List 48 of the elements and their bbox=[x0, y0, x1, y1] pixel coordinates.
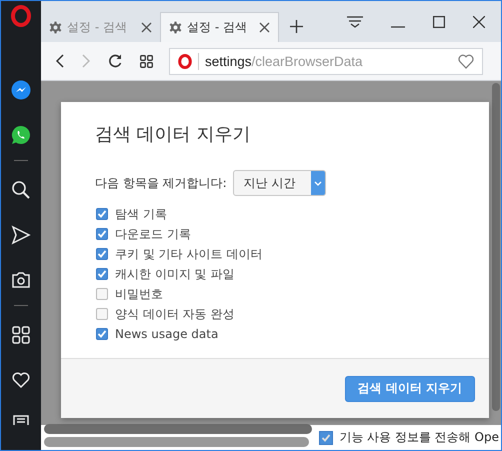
checkbox[interactable] bbox=[96, 308, 108, 320]
option-label: 캐시한 이미지 및 파일 bbox=[115, 266, 234, 282]
option-label: 다운로드 기록 bbox=[115, 226, 191, 242]
option-label: 쿠키 및 기타 사이트 데이터 bbox=[115, 246, 262, 262]
close-icon[interactable] bbox=[259, 22, 270, 33]
heart-icon[interactable] bbox=[11, 370, 31, 390]
scrollbar[interactable] bbox=[44, 424, 312, 434]
checkbox[interactable] bbox=[96, 228, 108, 240]
grid-icon[interactable] bbox=[140, 54, 153, 68]
url-text: settings/clearBrowserData bbox=[205, 54, 363, 68]
range-label: 다음 항목을 제거합니다: bbox=[95, 174, 227, 192]
close-icon[interactable] bbox=[141, 22, 152, 32]
minimize-icon[interactable] bbox=[391, 26, 405, 28]
send-icon[interactable] bbox=[11, 225, 31, 245]
option-label: 양식 데이터 자동 완성 bbox=[115, 306, 234, 322]
option-label: 탐색 기록 bbox=[115, 206, 167, 222]
whatsapp-icon[interactable] bbox=[11, 125, 31, 145]
option-label: 기능 사용 정보를 전송해 Ope bbox=[339, 429, 499, 446]
scrollbar[interactable] bbox=[492, 83, 500, 411]
checkbox[interactable] bbox=[96, 208, 108, 220]
new-tab-icon[interactable] bbox=[290, 20, 303, 33]
messenger-icon[interactable] bbox=[11, 80, 31, 100]
camera-icon[interactable] bbox=[11, 270, 31, 290]
gear-icon bbox=[169, 21, 182, 34]
back-icon[interactable] bbox=[56, 54, 64, 68]
checkbox[interactable] bbox=[96, 248, 108, 260]
grid-icon[interactable] bbox=[11, 325, 31, 345]
checkbox[interactable] bbox=[319, 430, 334, 444]
option-label: 비밀번호 bbox=[115, 286, 163, 302]
browser-tab[interactable]: 설정 - 검색 bbox=[160, 12, 279, 42]
scrollbar[interactable] bbox=[44, 437, 309, 447]
tab-menu-icon[interactable] bbox=[347, 16, 363, 28]
reload-icon[interactable] bbox=[108, 54, 122, 68]
checkbox[interactable] bbox=[96, 268, 108, 280]
close-icon[interactable] bbox=[473, 16, 485, 28]
maximize-icon[interactable] bbox=[433, 16, 445, 28]
option-label: News usage data bbox=[115, 327, 218, 341]
browser-logo-icon bbox=[178, 54, 192, 68]
gear-icon bbox=[49, 20, 62, 34]
browser-logo-icon[interactable] bbox=[11, 5, 31, 27]
checkbox[interactable] bbox=[96, 328, 108, 340]
dialog-title: 검색 데이터 지우기 bbox=[95, 123, 252, 146]
address-field[interactable]: settings/clearBrowserData bbox=[169, 48, 483, 74]
search-icon[interactable] bbox=[11, 180, 31, 200]
news-icon[interactable] bbox=[11, 415, 31, 425]
chevron-down-icon bbox=[314, 180, 322, 186]
checkbox[interactable] bbox=[96, 288, 108, 300]
time-range-dropdown[interactable]: 지난 시간 bbox=[232, 170, 326, 196]
